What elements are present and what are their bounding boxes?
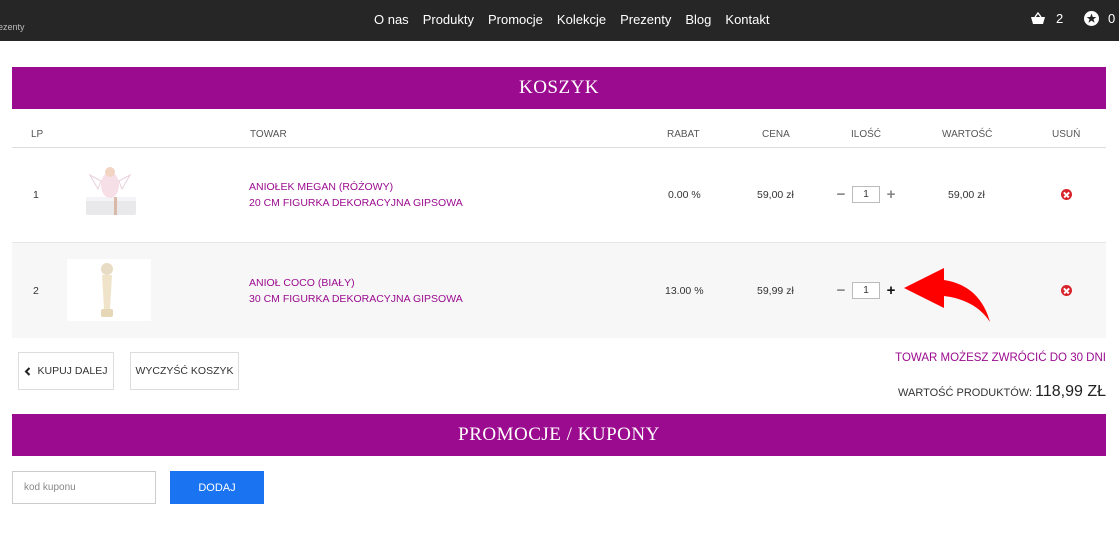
minus-icon[interactable]: − xyxy=(836,187,846,202)
chevron-left-icon xyxy=(25,366,31,376)
clear-cart-button[interactable]: WYCZYŚĆ KOSZYK xyxy=(130,352,239,390)
nav-item-o-nas[interactable]: O nas xyxy=(374,12,409,27)
discount-value: 13.00 % xyxy=(665,285,704,297)
price-value: 59,99 zł xyxy=(757,285,794,297)
nav-item-promocje[interactable]: Promocje xyxy=(488,12,543,27)
products-total: WARTOŚĆ PRODUKTÓW: 118,99 ZŁ xyxy=(898,383,1106,401)
nav-item-kontakt[interactable]: Kontakt xyxy=(725,12,769,27)
column-header-discount: RABAT xyxy=(667,129,700,140)
discount-value: 0.00 % xyxy=(668,189,701,201)
nav-item-blog[interactable]: Blog xyxy=(685,12,711,27)
coupon-code-input[interactable] xyxy=(12,471,156,504)
column-header-product: TOWAR xyxy=(250,129,287,140)
basket-icon xyxy=(1031,12,1045,24)
nav-item-prezenty[interactable]: Prezenty xyxy=(620,12,671,27)
product-name-line2[interactable]: 20 CM FIGURKA DEKORACYJNA GIPSOWA xyxy=(249,195,463,211)
column-header-lp: LP xyxy=(31,129,44,140)
product-image-coco[interactable] xyxy=(67,259,151,321)
clear-cart-label: WYCZYŚĆ KOSZYK xyxy=(135,365,234,377)
cart-title: KOSZYK xyxy=(12,67,1106,109)
table-row xyxy=(12,148,1106,243)
main-menu: O nas Produkty Promocje Kolekcje Prezent… xyxy=(374,12,770,27)
row-number: 1 xyxy=(33,189,39,201)
angel-figurine-image xyxy=(93,263,121,317)
remove-icon[interactable] xyxy=(1061,285,1072,296)
price-value: 59,00 zł xyxy=(757,189,794,201)
continue-shopping-button[interactable]: KUPUJ DALEJ xyxy=(18,352,114,390)
continue-shopping-label: KUPUJ DALEJ xyxy=(37,365,108,377)
angel-figurine-image xyxy=(86,167,136,215)
favorites-count: 0 xyxy=(1108,11,1116,26)
remove-icon[interactable] xyxy=(1061,189,1072,200)
top-navigation-bar: ezenty O nas Produkty Promocje Kolekcje … xyxy=(0,0,1119,41)
quantity-stepper: − + xyxy=(836,186,896,203)
favorites-link[interactable]: 0 xyxy=(1084,11,1115,26)
plus-icon[interactable]: + xyxy=(886,283,896,298)
return-policy-note: TOWAR MOŻESZ ZWRÓCIĆ DO 30 DNI xyxy=(895,352,1106,364)
quantity-stepper: − + xyxy=(836,282,896,299)
brand-logo-fragment[interactable]: ezenty xyxy=(0,22,25,32)
basket-link[interactable]: 2 xyxy=(1030,11,1063,26)
column-header-price: CENA xyxy=(762,129,790,140)
row-number: 2 xyxy=(33,285,39,297)
column-header-value: WARTOŚĆ xyxy=(942,129,993,140)
column-header-quantity: ILOŚĆ xyxy=(851,129,882,140)
product-name-line1[interactable]: ANIOŁ COCO (BIAŁY) xyxy=(249,275,355,291)
column-header-remove: USUŃ xyxy=(1052,129,1081,140)
quantity-input[interactable] xyxy=(852,186,880,203)
plus-icon[interactable]: + xyxy=(886,187,896,202)
add-coupon-button[interactable]: DODAJ xyxy=(170,471,264,504)
nav-item-kolekcje[interactable]: Kolekcje xyxy=(557,12,606,27)
total-amount: 118,99 ZŁ xyxy=(1035,383,1106,400)
nav-item-produkty[interactable]: Produkty xyxy=(423,12,474,27)
red-arrow-annotation xyxy=(904,268,990,322)
quantity-input[interactable] xyxy=(852,282,880,299)
product-name-line1[interactable]: ANIOŁEK MEGAN (RÓŻOWY) xyxy=(249,179,393,195)
total-label: WARTOŚĆ PRODUKTÓW: xyxy=(898,387,1033,399)
minus-icon[interactable]: − xyxy=(836,283,846,298)
product-image-megan[interactable] xyxy=(70,163,154,225)
promotions-title: PROMOCJE / KUPONY xyxy=(12,414,1106,456)
star-icon xyxy=(1084,11,1099,26)
product-name-line2[interactable]: 30 CM FIGURKA DEKORACYJNA GIPSOWA xyxy=(249,291,463,307)
line-total-value: 59,00 zł xyxy=(948,189,985,201)
basket-count: 2 xyxy=(1056,11,1064,26)
